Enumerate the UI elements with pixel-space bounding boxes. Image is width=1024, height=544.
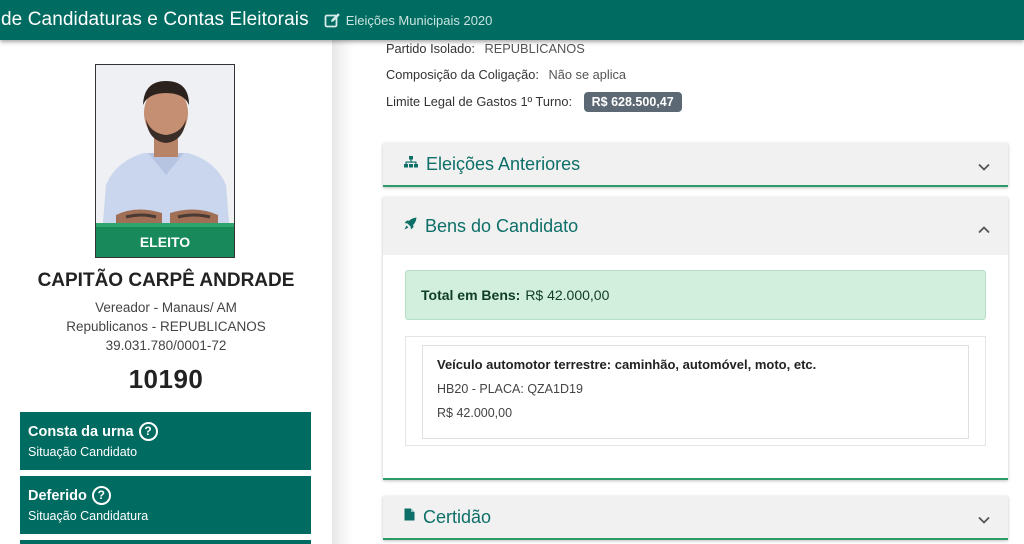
assets-header[interactable]: Bens do Candidato — [383, 197, 1008, 255]
assets-body: Total em Bens: R$ 42.000,00 Veículo auto… — [383, 255, 1008, 466]
file-icon — [404, 508, 415, 526]
status-card-subtitle: Situação Candidatura — [28, 509, 149, 523]
panel-underline — [383, 478, 1008, 480]
previous-elections-header[interactable]: Eleições Anteriores — [383, 143, 1008, 187]
status-card-ballot: Consta da urna ? Situação Candidato — [20, 412, 311, 470]
election-subtitle: Eleições Municipais 2020 — [345, 12, 493, 28]
chevron-up-icon[interactable] — [978, 221, 990, 239]
certificate-title: Certidão — [423, 506, 492, 527]
status-card-title: Consta da urna — [28, 423, 134, 440]
candidate-sidebar: ELEITO CAPITÃO CARPÊ ANDRADE Vereador - … — [0, 40, 332, 544]
candidate-number: 10190 — [128, 364, 204, 394]
help-icon[interactable]: ? — [138, 422, 158, 441]
status-card-subtitle: Situação Candidato — [28, 445, 138, 459]
elected-badge: ELEITO — [96, 223, 234, 257]
party-isolated-row: Partido Isolado: REPUBLICANOS — [386, 41, 585, 56]
sitemap-icon — [404, 155, 418, 173]
coalition-row: Composição da Coligação: Não se aplica — [386, 67, 626, 82]
coalition-value: Não se aplica — [548, 67, 627, 82]
help-icon[interactable]: ? — [91, 486, 111, 505]
assets-title: Bens do Candidato — [425, 215, 579, 236]
candidate-photo: ELEITO — [95, 64, 235, 258]
asset-type: Veículo automotor terrestre: caminhão, a… — [437, 357, 817, 372]
chevron-down-icon[interactable] — [978, 158, 990, 176]
asset-list: Veículo automotor terrestre: caminhão, a… — [405, 336, 986, 446]
spending-limit-badge: R$ 628.500,47 — [583, 92, 682, 112]
previous-elections-title: Eleições Anteriores — [426, 153, 581, 174]
status-card-candidacy: Deferido ? Situação Candidatura — [20, 476, 311, 534]
candidate-details: Partido Isolado: REPUBLICANOS Composição… — [354, 40, 1024, 544]
rocket-icon — [404, 217, 417, 235]
asset-value: R$ 42.000,00 — [437, 406, 513, 420]
candidate-name: CAPITÃO CARPÊ ANDRADE — [37, 270, 295, 291]
asset-description: HB20 - PLACA: QZA1D19 — [437, 382, 583, 396]
asset-item: Veículo automotor terrestre: caminhão, a… — [422, 345, 969, 439]
certificate-header[interactable]: Certidão — [383, 496, 1008, 540]
candidate-party: Republicanos - REPUBLICANOS — [66, 319, 266, 334]
coalition-label: Composição da Coligação: — [386, 67, 539, 82]
candidate-cnpj: 39.031.780/0001-72 — [105, 338, 227, 353]
status-card-title: Deferido — [28, 487, 87, 504]
party-isolated-value: REPUBLICANOS — [484, 41, 585, 56]
assets-panel: Bens do Candidato Total em Bens: R$ 42.0… — [383, 197, 1008, 480]
candidate-office: Vereador - Manaus/ AM — [95, 300, 237, 315]
edit-icon[interactable] — [324, 12, 341, 29]
app-title: de Candidaturas e Contas Eleitorais — [1, 9, 309, 30]
certificate-panel: Certidão — [383, 496, 1008, 540]
column-divider — [332, 40, 354, 544]
chevron-down-icon[interactable] — [978, 511, 990, 529]
status-card-partial — [20, 540, 311, 544]
assets-total-value: R$ 42.000,00 — [525, 287, 610, 303]
party-isolated-label: Partido Isolado: — [386, 41, 475, 56]
spending-limit-label: Limite Legal de Gastos 1º Turno: — [386, 94, 573, 109]
assets-total-box: Total em Bens: R$ 42.000,00 — [405, 270, 986, 320]
spending-limit-row: Limite Legal de Gastos 1º Turno: R$ 628.… — [386, 92, 682, 112]
top-header: de Candidaturas e Contas Eleitorais Elei… — [0, 0, 1024, 40]
assets-total-label: Total em Bens: — [421, 287, 521, 303]
previous-elections-panel: Eleições Anteriores — [383, 143, 1008, 187]
